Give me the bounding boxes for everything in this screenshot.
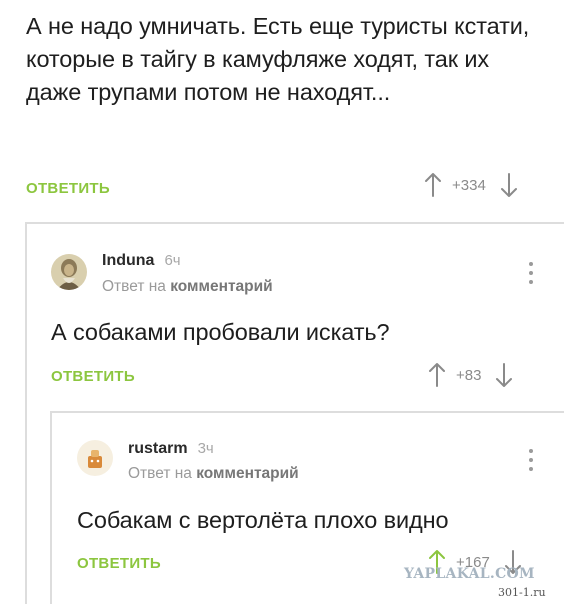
reply-to-link[interactable]: комментарий (170, 278, 272, 295)
comment-reply-2-header: rustarm 3ч (128, 440, 214, 458)
comment-root-reply-button[interactable]: ОТВЕТИТЬ (26, 180, 110, 197)
comment-reply-2-subline: Ответ на комментарий (128, 465, 299, 483)
comment-reply-1-score: +83 (456, 366, 482, 384)
comment-reply-1-subline: Ответ на комментарий (102, 278, 273, 296)
comment-root-vote: +334 (424, 172, 518, 198)
reply-to-prefix: Ответ на (102, 278, 166, 295)
comment-reply-2-author[interactable]: rustarm (128, 440, 188, 458)
reply-to-link[interactable]: комментарий (196, 465, 298, 482)
avatar-induna[interactable] (51, 254, 87, 290)
comment-root-text: А не надо умничать. Есть еще туристы кст… (26, 13, 530, 105)
thread-line-level-1 (25, 223, 27, 604)
thread-line-level-2 (50, 412, 52, 604)
comment-reply-2-reply-button[interactable]: ОТВЕТИТЬ (77, 555, 161, 572)
comment-reply-2-time: 3ч (197, 440, 214, 457)
watermark-brand: YAPLAKAL.COM (404, 566, 535, 582)
upvote-arrow-icon[interactable] (424, 172, 442, 198)
thread-divider-2 (50, 411, 564, 413)
comment-reply-1-time: 6ч (164, 252, 181, 269)
downvote-arrow-icon[interactable] (495, 362, 513, 388)
thread-divider-1 (25, 222, 564, 224)
more-menu-icon[interactable] (526, 449, 536, 471)
reply-to-prefix: Ответ на (128, 465, 192, 482)
more-menu-icon[interactable] (526, 262, 536, 284)
comment-root-score: +334 (452, 176, 486, 194)
watermark-site: 301-1.ru (498, 586, 546, 599)
downvote-arrow-icon[interactable] (500, 172, 518, 198)
comment-reply-1-author[interactable]: Induna (102, 252, 154, 270)
comment-reply-1-reply-button[interactable]: ОТВЕТИТЬ (51, 368, 135, 385)
comment-reply-1-header: Induna 6ч (102, 252, 181, 270)
comment-reply-2-text: Собакам с вертолёта плохо видно (77, 507, 449, 533)
comment-reply-1-vote: +83 (428, 362, 513, 388)
comment-reply-1-text: А собаками пробовали искать? (51, 319, 390, 345)
avatar-rustarm[interactable] (77, 440, 113, 476)
upvote-arrow-icon[interactable] (428, 362, 446, 388)
